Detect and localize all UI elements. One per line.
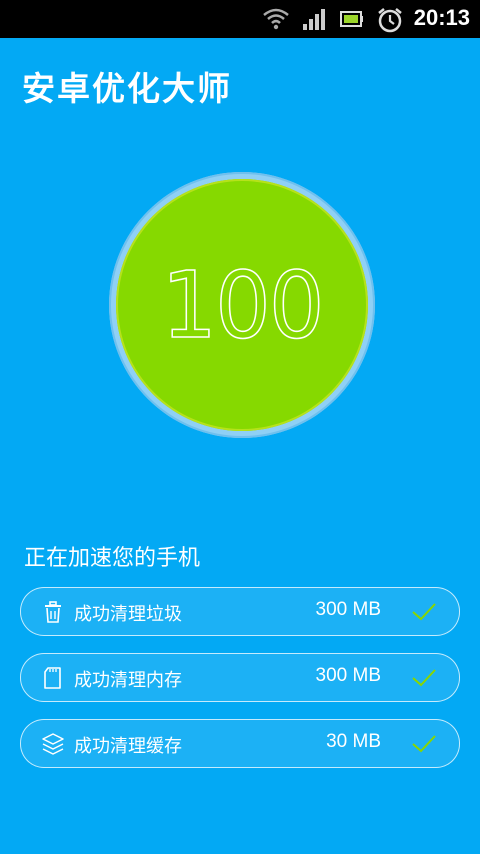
- result-size: 300 MB: [315, 665, 381, 686]
- score-value-container: 100: [122, 179, 361, 431]
- wifi-icon: [263, 8, 289, 30]
- result-label: 成功清理缓存: [74, 736, 182, 757]
- check-icon: [412, 603, 436, 621]
- status-bar: 20:13: [0, 0, 480, 38]
- status-text: 正在加速您的手机: [24, 546, 201, 571]
- alarm-clock-icon: [378, 8, 402, 33]
- score-circle: 100: [116, 179, 368, 431]
- result-list: 成功清理垃圾 300 MB 成功清理内存 300 MB 成功清理缓存 30 MB: [20, 587, 460, 785]
- result-label: 成功清理垃圾: [74, 604, 182, 625]
- status-time: 20:13: [413, 5, 470, 30]
- check-icon: [412, 735, 436, 753]
- memory-card-icon: [44, 667, 61, 689]
- score-value: 100: [161, 251, 326, 360]
- battery-icon: [340, 11, 363, 27]
- signal-icon: [303, 9, 325, 30]
- result-row-memory: 成功清理内存 300 MB: [20, 653, 460, 702]
- trash-icon: [45, 601, 61, 623]
- app-title: 安卓优化大师: [22, 69, 232, 108]
- score-ring: 100: [109, 172, 375, 438]
- result-row-junk: 成功清理垃圾 300 MB: [20, 587, 460, 636]
- check-icon: [412, 669, 436, 687]
- result-size: 300 MB: [315, 599, 381, 620]
- result-size: 30 MB: [326, 731, 381, 752]
- result-label: 成功清理内存: [74, 670, 182, 691]
- result-row-cache: 成功清理缓存 30 MB: [20, 719, 460, 768]
- layers-icon: [42, 733, 64, 755]
